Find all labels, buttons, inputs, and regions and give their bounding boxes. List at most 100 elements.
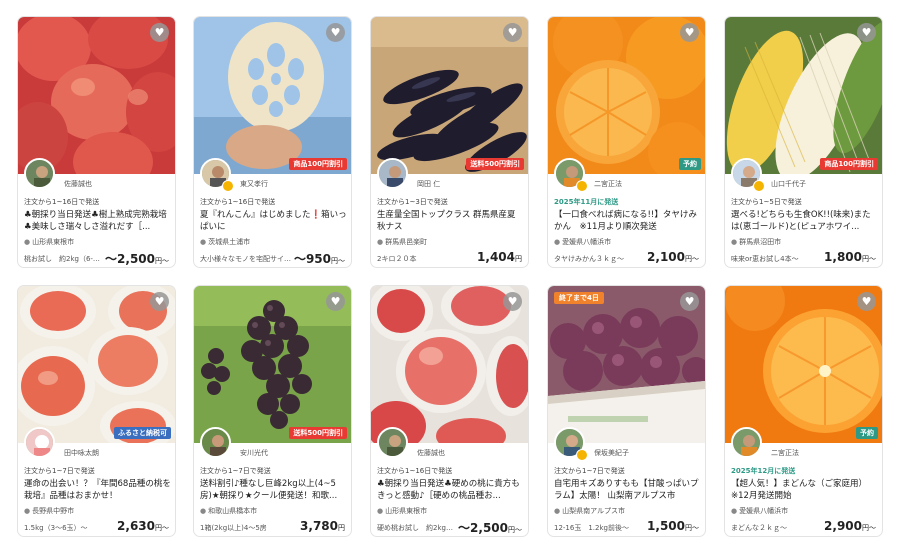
product-price: ～2,500円～	[105, 252, 169, 266]
shipping-info: 注文から1~3日で発送	[377, 198, 448, 206]
seller-avatar[interactable]	[731, 427, 762, 458]
seller-name[interactable]: 安川光代	[240, 448, 268, 458]
seller-name[interactable]: 佐藤誠也	[64, 179, 92, 189]
product-spec: 12-16玉 1.2kg前後～	[554, 524, 629, 532]
shipping-info: 注文から1~5日で発送	[731, 198, 802, 206]
favorite-heart-icon[interactable]: ♥	[326, 23, 345, 42]
product-spec: 2キロ２０本	[377, 255, 417, 263]
shipping-info: 2025年12月に発送	[731, 467, 796, 475]
product-card[interactable]: ♥ 送料500円割引 岡田 仁 注文から1~3日で発送 生産量全国トップクラス …	[370, 16, 529, 268]
top-seller-icon	[576, 449, 588, 461]
seller-name[interactable]: 岡田 仁	[417, 179, 440, 189]
product-price: 1,404円	[477, 250, 522, 264]
product-image[interactable]	[18, 286, 175, 443]
favorite-heart-icon[interactable]: ♥	[680, 292, 699, 311]
location-pin-icon: ●	[377, 238, 384, 246]
product-location: ● 和歌山県橋本市	[200, 507, 258, 515]
product-price: ～2,500円～	[458, 521, 522, 535]
product-card[interactable]: ♥ 佐藤誠也 注文から1~16日で発送 ♣朝採り当日発送♣硬めの桃に貴方もきっと…	[370, 285, 529, 537]
product-location: ● 群馬県沼田市	[731, 238, 782, 246]
product-card[interactable]: ♥ ふるさと納税可 田中咏太朗 注文から1~7日で発送 運命の出会い！？『年間6…	[17, 285, 176, 537]
seller-avatar[interactable]	[24, 158, 55, 189]
product-image[interactable]	[194, 286, 351, 443]
product-spec: 味来or恵お試し4本～	[731, 255, 799, 263]
product-image[interactable]	[548, 286, 705, 443]
location-pin-icon: ●	[731, 238, 738, 246]
product-price: 1,800円～	[824, 250, 876, 264]
location-pin-icon: ●	[24, 238, 31, 246]
product-card[interactable]: ♥ 予約 二宮正法 2025年11月に発送 【一口食べれば病になる!!】タヤけみ…	[547, 16, 706, 268]
product-location: ● 山形県東根市	[377, 507, 428, 515]
seller-avatar[interactable]	[377, 427, 408, 458]
shipping-info: 2025年11月に発送	[554, 198, 619, 206]
product-title[interactable]: 夏『れんこん』はじめました❗箱いっぱいに	[200, 209, 347, 233]
product-image[interactable]	[725, 17, 882, 174]
ending-soon-badge: 終了まで4日	[554, 292, 604, 304]
seller-name[interactable]: 田中咏太朗	[64, 448, 99, 458]
product-title[interactable]: 運命の出会い！？『年間68品種の桃を栽培』品種はおまかせ！	[24, 478, 171, 502]
favorite-heart-icon[interactable]: ♥	[857, 23, 876, 42]
seller-name[interactable]: 二宮正法	[594, 179, 622, 189]
product-title[interactable]: ♣朝採り当日発送♣樹上熟成完熟栽培♣美味しさ瑞々しさ溢れだす［...	[24, 209, 171, 233]
seller-avatar[interactable]	[377, 158, 408, 189]
product-price: 1,500円～	[647, 519, 699, 533]
shipping-info: 注文から1~7日で発送	[554, 467, 625, 475]
product-spec: タヤけみかん３ｋｇ～	[554, 255, 624, 263]
seller-name[interactable]: 保坂美紀子	[594, 448, 629, 458]
seller-avatar[interactable]	[24, 427, 55, 458]
top-seller-icon	[222, 180, 234, 192]
product-title[interactable]: 【超人気！】まどんな（ご家庭用）※12月発送開始	[731, 478, 878, 502]
product-price: 2,630円～	[117, 519, 169, 533]
seller-name[interactable]: 二宮正法	[771, 448, 799, 458]
discount-badge: 送料500円割引	[466, 158, 524, 170]
seller-name[interactable]: 東又孝行	[240, 179, 268, 189]
product-image[interactable]	[18, 17, 175, 174]
product-image[interactable]	[371, 286, 528, 443]
location-pin-icon: ●	[554, 507, 561, 515]
product-title[interactable]: ♣朝採り当日発送♣硬めの桃に貴方もきっと感動♪［硬めの桃品種お...	[377, 478, 524, 502]
shipping-info: 注文から1~16日で発送	[200, 198, 276, 206]
product-location: ● 愛媛県八幡浜市	[554, 238, 612, 246]
location-pin-icon: ●	[24, 507, 31, 515]
favorite-heart-icon[interactable]: ♥	[680, 23, 699, 42]
product-title[interactable]: 【一口食べれば病になる!!】タヤけみかん ※11月より順次発送	[554, 209, 701, 233]
product-card[interactable]: ♥ 商品100円割引 山口千代子 注文から1~5日で発送 選べる!どちらも生食O…	[724, 16, 883, 268]
product-card[interactable]: ♥ 予約 二宮正法 2025年12月に発送 【超人気！】まどんな（ご家庭用）※1…	[724, 285, 883, 537]
favorite-heart-icon[interactable]: ♥	[857, 292, 876, 311]
location-pin-icon: ●	[377, 507, 384, 515]
shipping-info: 注文から1~7日で発送	[24, 467, 95, 475]
product-title[interactable]: 自宅用キズありすもも【甘酸っぱいプラム】太陽！ 山梨南アルプス市	[554, 478, 701, 502]
product-title[interactable]: 送料割引♪種なし巨峰2kg以上(4~5房)★朝採り★クール便発送！和歌...	[200, 478, 347, 502]
product-price: 3,780円	[300, 519, 345, 533]
product-image[interactable]	[194, 17, 351, 174]
shipping-info: 注文から1~16日で発送	[377, 467, 453, 475]
product-price: 2,900円～	[824, 519, 876, 533]
product-card[interactable]: ♥ 送料500円割引 安川光代 注文から1~7日で発送 送料割引♪種なし巨峰2k…	[193, 285, 352, 537]
product-card[interactable]: 終了まで4日 ♥ 保坂美紀子 注文から1~7日で発送 自宅用キズありすもも【甘酸…	[547, 285, 706, 537]
location-pin-icon: ●	[200, 507, 207, 515]
product-image[interactable]	[725, 286, 882, 443]
product-spec: まどんな２ｋｇ～	[731, 524, 787, 532]
shipping-info: 注文から1~7日で発送	[200, 467, 271, 475]
favorite-heart-icon[interactable]: ♥	[326, 292, 345, 311]
location-pin-icon: ●	[200, 238, 207, 246]
seller-name[interactable]: 佐藤誠也	[417, 448, 445, 458]
favorite-heart-icon[interactable]: ♥	[503, 292, 522, 311]
product-location: ● 群馬県邑楽町	[377, 238, 428, 246]
product-location: ● 愛媛県八幡浜市	[731, 507, 789, 515]
seller-avatar[interactable]	[200, 427, 231, 458]
product-image[interactable]	[548, 17, 705, 174]
product-location: ● 山形県東根市	[24, 238, 75, 246]
product-title[interactable]: 選べる!どちらも生食OK!!(味来)または(恵ゴールド)と(ピュアホワイ...	[731, 209, 878, 233]
seller-name[interactable]: 山口千代子	[771, 179, 806, 189]
product-title[interactable]: 生産量全国トップクラス 群馬県産夏秋ナス	[377, 209, 524, 233]
discount-badge: 送料500円割引	[289, 427, 347, 439]
product-card[interactable]: ♥ 商品100円割引 東又孝行 注文から1~16日で発送 夏『れんこん』はじめま…	[193, 16, 352, 268]
product-image[interactable]	[371, 17, 528, 174]
favorite-heart-icon[interactable]: ♥	[150, 292, 169, 311]
product-card[interactable]: ♥ 佐藤誠也 注文から1~16日で発送 ♣朝採り当日発送♣樹上熟成完熟栽培♣美味…	[17, 16, 176, 268]
favorite-heart-icon[interactable]: ♥	[503, 23, 522, 42]
top-seller-icon	[576, 180, 588, 192]
favorite-heart-icon[interactable]: ♥	[150, 23, 169, 42]
location-pin-icon: ●	[731, 507, 738, 515]
